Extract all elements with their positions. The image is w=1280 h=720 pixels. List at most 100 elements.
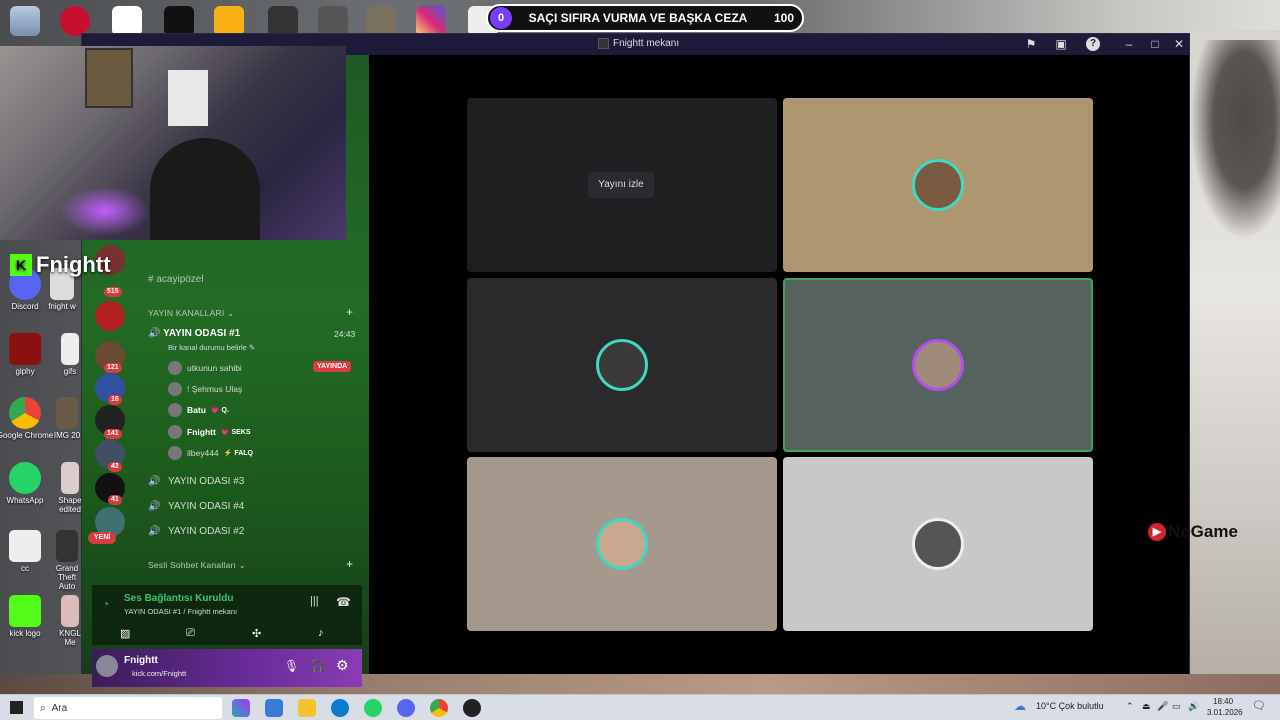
desktop-icon-kngl[interactable]: KNGL Me (58, 595, 82, 647)
category-stream[interactable]: YAYIN KANALLARI ⌄ (148, 308, 234, 319)
chrome-icon[interactable] (430, 699, 448, 717)
desktop-icon-img[interactable]: IMG 20 (52, 397, 82, 440)
participant-tile[interactable] (467, 278, 777, 452)
voice-channel[interactable]: 🔊 YAYIN ODASI #3 (148, 476, 244, 487)
desktop-icon-shape[interactable]: Shape edited (58, 462, 82, 514)
close-icon[interactable]: ✕ (1172, 37, 1186, 51)
app-icon-3[interactable] (318, 6, 348, 36)
minimize-icon[interactable]: – (1122, 37, 1136, 51)
active-voice-channel[interactable]: 🔊 YAYIN ODASI #1 (148, 328, 240, 339)
settings-icon[interactable]: ⚙ (336, 657, 349, 674)
desktop-icon-chrome[interactable]: Google Chrome (0, 397, 55, 440)
voice-connection-panel: ◔ Ses Bağlantısı Kuruldu YAYIN ODASI #1 … (92, 585, 362, 645)
soundboard-button-icon[interactable]: ♪ (318, 627, 324, 639)
file-icon (61, 595, 79, 627)
category-voice[interactable]: Sesli Sohbet Kanalları ⌄ (148, 560, 246, 571)
new-badge: YENİ (88, 532, 117, 544)
discord-icon[interactable] (397, 699, 415, 717)
brand-overlay: K Fnightt (10, 252, 111, 278)
chrome-icon (9, 397, 41, 429)
participant-tile-speaking[interactable] (783, 278, 1093, 452)
headphones-icon[interactable]: 🎧 (310, 659, 325, 673)
guild-icon[interactable] (95, 301, 125, 331)
store-icon[interactable] (265, 699, 283, 717)
voice-user[interactable]: utkunun sahibi (168, 361, 242, 375)
mic-icon[interactable]: 🎤 (1157, 701, 1168, 712)
taskbar-search[interactable]: ⌕ Ara (34, 697, 222, 719)
voice-user[interactable]: Fnightt 💗 SEKS (168, 425, 251, 439)
window-title: Fnightt mekanı (598, 38, 679, 49)
windows-start-icon[interactable] (10, 701, 23, 714)
app-icon-2[interactable] (268, 6, 298, 36)
person-silhouette (150, 138, 260, 240)
avatar[interactable] (96, 655, 118, 677)
file-icon (9, 530, 41, 562)
disconnect-icon[interactable]: ☎ (336, 595, 351, 609)
watch-stream-button[interactable]: Yayını izle (588, 172, 654, 198)
voice-user[interactable]: Batu 💗 Q. (168, 403, 229, 417)
instagram-icon[interactable] (416, 6, 446, 36)
clock-date[interactable]: 3.01.2026 (1207, 708, 1243, 717)
obs-icon[interactable] (463, 699, 481, 717)
voice-user[interactable]: ! Şehmus Ulaş (168, 382, 242, 396)
desktop-icon-kick[interactable]: kick logo (0, 595, 55, 638)
screenshare-icon[interactable]: ⎚ (186, 627, 195, 640)
stream-tile[interactable]: Yayını izle (467, 98, 777, 272)
guild-badge: 141 (104, 429, 122, 439)
avatar (912, 339, 964, 391)
usb-icon[interactable]: ⏏ (1142, 701, 1151, 712)
help-icon[interactable]: ? (1086, 37, 1100, 51)
voice-user[interactable]: ilbey444 ⚡ FALQ (168, 446, 253, 460)
avatar (168, 361, 182, 375)
poll-right-value: 100 (773, 11, 794, 25)
weather-icon[interactable]: ☁ (1014, 699, 1026, 713)
webcam-overlay (0, 46, 346, 240)
microphone-icon[interactable]: 🎙 (284, 659, 299, 673)
add-channel-icon[interactable]: + (346, 557, 353, 571)
maximize-icon[interactable]: □ (1148, 37, 1162, 51)
screen-icon[interactable]: ▣ (1054, 37, 1068, 51)
speaker-icon: 🔊 (148, 525, 161, 537)
camera-off-icon[interactable]: ▨ (120, 627, 130, 640)
chevron-up-icon[interactable]: ⌃ (1126, 701, 1134, 712)
flag-icon[interactable]: ⚑ (1024, 37, 1038, 51)
volume-icon[interactable]: 🔊 (1188, 701, 1199, 712)
network-icon[interactable]: ▭ (1172, 701, 1181, 712)
avatar (168, 382, 182, 396)
channel-status[interactable]: Bir kanal durumu belirle ✎ (168, 343, 255, 352)
recycle-bin-icon[interactable] (10, 6, 40, 36)
live-badge: YAYINDA (313, 361, 352, 372)
desktop-icon-gifs[interactable]: gifs (58, 333, 82, 376)
whatsapp-icon[interactable] (364, 699, 382, 717)
file-explorer-icon[interactable] (298, 699, 316, 717)
app-icon[interactable] (164, 6, 194, 36)
copilot-icon[interactable] (232, 699, 250, 717)
desktop-icon-giphy[interactable]: giphy (0, 333, 55, 376)
desktop-icon-cc[interactable]: cc (0, 530, 55, 573)
notification-icon[interactable]: 🗨 (1252, 699, 1266, 712)
participant-tile[interactable] (783, 457, 1093, 631)
poll-overlay: 0 SAÇI SIFIRA VURMA VE BAŞKA CEZA 100 (486, 4, 804, 32)
clock-time[interactable]: 18:40 (1213, 697, 1233, 706)
desktop-icon-gta[interactable]: Grand Theft Auto (52, 530, 82, 591)
weather-text[interactable]: 10°C Çok bulutlu (1036, 701, 1104, 711)
rockstar-icon[interactable] (214, 6, 244, 36)
text-channel[interactable]: # acayipözel (148, 274, 204, 285)
radiditi-app-icon[interactable] (60, 6, 90, 36)
add-channel-icon[interactable]: + (346, 305, 353, 319)
desktop-icon-whatsapp[interactable]: WhatsApp (0, 462, 55, 505)
whatsapp-icon (9, 462, 41, 494)
signal-icon: ◔ (102, 597, 110, 611)
avatar (912, 159, 964, 211)
avatar (168, 425, 182, 439)
app-icon-4[interactable] (366, 6, 396, 36)
voice-channel[interactable]: 🔊 YAYIN ODASI #2 (148, 526, 244, 537)
soundboard-icon[interactable]: ||| (310, 595, 319, 607)
voice-channel[interactable]: 🔊 YAYIN ODASI #4 (148, 501, 244, 512)
capcut-icon[interactable] (112, 6, 142, 36)
channel-timer: 24:43 (334, 329, 356, 339)
activities-icon[interactable]: ✣ (252, 627, 261, 640)
edge-icon[interactable] (331, 699, 349, 717)
participant-tile[interactable] (467, 457, 777, 631)
participant-tile[interactable] (783, 98, 1093, 272)
